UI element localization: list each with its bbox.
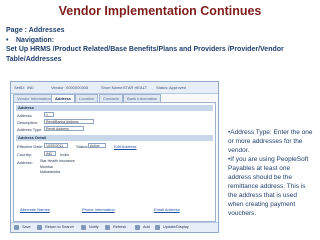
phone-information-link[interactable]: Phone Information <box>82 207 115 212</box>
nav-label: Navigation: <box>16 36 55 44</box>
refresh-button[interactable]: Refresh <box>111 224 128 230</box>
notify-icon[interactable] <box>81 225 86 230</box>
address-lines: Star Health Insurance Mumbai Maharashtra <box>40 159 130 176</box>
setid-value: IND <box>27 85 34 90</box>
tab-contacts[interactable]: Contacts <box>99 94 123 102</box>
tab-strip: Vendor Information Address Location Cont… <box>11 94 218 102</box>
note-line: •Address Type: Enter the one or more add… <box>228 129 313 154</box>
nav-path: Set Up HRMS /Product Related/Base Benefi… <box>6 46 284 63</box>
note-line: •If you are using PeopleSoft Payables at… <box>228 156 309 217</box>
address-label: Address: <box>17 160 33 165</box>
country-label: Country: <box>17 152 33 157</box>
email-addresses-link[interactable]: Email Address <box>154 207 180 212</box>
country-name: India <box>60 152 69 157</box>
description-field[interactable]: RemitBanka Address <box>44 119 94 124</box>
update-display-icon[interactable] <box>155 225 160 230</box>
return-icon[interactable] <box>37 225 42 230</box>
page-line: Page : Addresses <box>6 27 65 34</box>
tab-address[interactable]: Address <box>51 94 76 102</box>
vendor-key-bar: SetID: IND Vendor: 0000000005 Short Name… <box>11 82 218 94</box>
slide-title: Vendor Implementation Continues <box>58 4 262 18</box>
description-label: Description: <box>17 120 39 125</box>
address-type-select[interactable]: Remit Address <box>44 126 84 131</box>
address-detail-header: Address Detail <box>16 135 213 141</box>
address-section-header: Address <box>16 105 213 111</box>
short-name-label: Short Name: <box>101 85 124 90</box>
address-line: Maharashtra <box>40 170 61 174</box>
save-icon[interactable] <box>14 225 19 230</box>
setid-label: SetID: <box>14 85 26 90</box>
add-button[interactable]: Add <box>141 224 152 230</box>
effective-date-label: Effective Date: <box>17 144 43 149</box>
address-panel: Address Address 1 Description: RemitBank… <box>13 102 216 222</box>
tab-location[interactable]: Location <box>75 94 99 102</box>
toolbar: Save Return to Search Notify Refresh Add… <box>11 222 218 232</box>
eff-status-label: Status: <box>76 144 89 149</box>
tab-bank-information[interactable]: Bank Information <box>123 94 162 102</box>
effective-date-field[interactable]: 10/09/2011 <box>44 143 68 148</box>
short-name-value: STAR HEALT <box>123 85 148 90</box>
vendor-value: 0000000005 <box>66 85 89 90</box>
update-display-button[interactable]: Update/Display <box>161 224 191 230</box>
navigation-block: Page : Addresses • Navigation: Set Up HRM… <box>6 26 316 64</box>
vendor-label: Vendor: <box>51 85 65 90</box>
alternate-names-link[interactable]: Alternate Names <box>20 207 50 212</box>
address-id-label: Address <box>17 113 32 118</box>
peoplesoft-screenshot: SetID: IND Vendor: 0000000005 Short Name… <box>10 81 219 233</box>
eff-status-select[interactable]: Active <box>88 143 106 148</box>
address-type-label: Address Type: <box>17 127 43 132</box>
edit-address-link[interactable]: Edit Address <box>114 144 136 149</box>
bullet-icon: • <box>6 36 9 44</box>
address-type-note: •Address Type: Enter the one or more add… <box>228 128 314 218</box>
status-value: Approved <box>169 85 187 90</box>
tab-vendor-information[interactable]: Vendor Information <box>13 94 55 102</box>
notify-button[interactable]: Notify <box>87 224 101 230</box>
save-button[interactable]: Save <box>20 224 33 230</box>
status-label: Status: <box>156 85 169 90</box>
address-id-field[interactable]: 1 <box>44 112 54 117</box>
country-field[interactable]: IND <box>44 151 56 156</box>
add-icon[interactable] <box>135 225 140 230</box>
refresh-icon[interactable] <box>105 225 110 230</box>
return-to-search-button[interactable]: Return to Search <box>43 224 76 230</box>
